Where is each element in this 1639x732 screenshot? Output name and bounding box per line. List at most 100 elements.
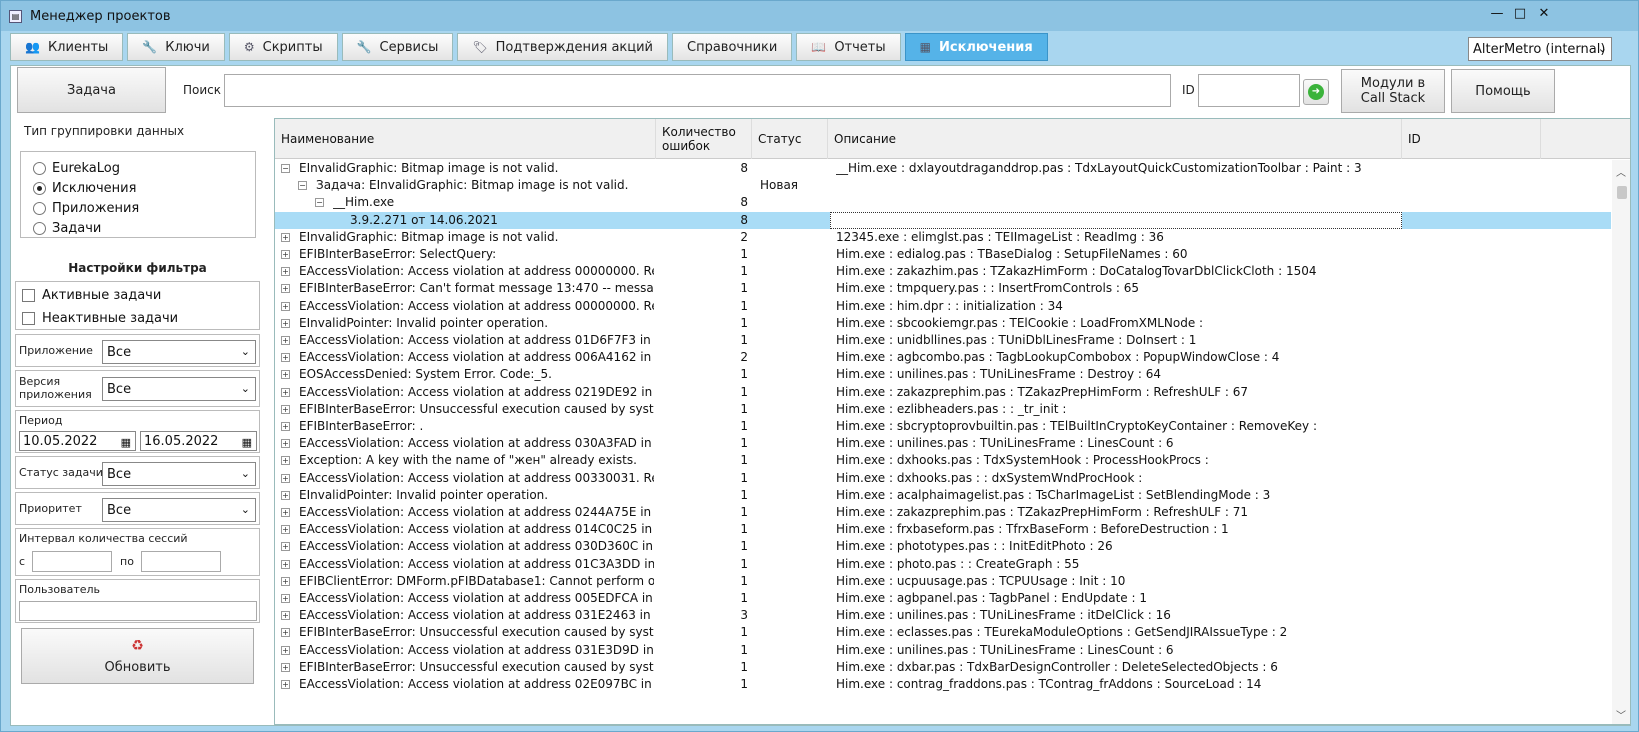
table-row[interactable]: + EAccessViolation: Access violation at a… [275,470,1611,487]
tab-0[interactable]: 👥 Клиенты [10,33,124,61]
expand-icon[interactable]: + [281,662,290,672]
table-row[interactable]: + EAccessViolation: Access violation at a… [275,538,1611,555]
priority-select[interactable]: Все ⌄ [102,498,256,522]
user-input[interactable] [19,601,257,621]
expand-icon[interactable]: + [281,680,290,689]
table-row[interactable]: + EFIBInterBaseError: Can't format messag… [275,280,1611,297]
expand-icon[interactable]: + [281,628,290,638]
date-to-input[interactable]: 16.05.2022 ▦ [140,431,257,451]
interval-from-input[interactable] [32,551,112,572]
table-row[interactable]: −__Him.exe 8 97 [275,194,1611,211]
table-row[interactable]: + EAccessViolation: Access violation at a… [275,556,1611,573]
table-row[interactable]: + EInvalidPointer: Invalid pointer operat… [275,487,1611,504]
version-select[interactable]: Все ⌄ [102,377,256,401]
tab-4[interactable]: 🏷 Подтверждения акций [457,33,669,61]
table-row[interactable]: + EFIBClientError: DMForm.pFIBDatabase1: … [275,573,1611,590]
column-header-status[interactable]: Статус [752,119,828,159]
server-select[interactable]: AlterMetro (internal) ⌄ [1468,37,1612,61]
expand-icon[interactable]: + [281,318,290,328]
collapse-icon[interactable]: − [281,164,290,173]
expand-icon[interactable]: + [281,645,290,655]
grouping-radio-1[interactable]: Исключения [33,181,136,196]
grouping-radio-0[interactable]: EurekaLog [33,161,120,176]
tab-2[interactable]: ⚙ Скрипты [228,33,338,61]
go-button[interactable]: ➜ [1303,79,1329,105]
expand-icon[interactable]: + [281,559,290,569]
table-row[interactable]: + EAccessViolation: Access violation at a… [275,263,1611,280]
inactive-tasks-checkbox[interactable]: Неактивные задачи [22,311,178,326]
grouping-radio-3[interactable]: Задачи [33,221,101,236]
expand-icon[interactable]: + [281,250,290,259]
table-row[interactable]: + EAccessViolation: Access violation at a… [275,590,1611,607]
expand-icon[interactable]: + [281,542,290,552]
interval-to-input[interactable] [141,551,221,572]
expand-icon[interactable]: + [281,267,290,277]
table-row[interactable]: + Exception: A key with the name of "жен"… [275,452,1611,469]
tab-3[interactable]: 🔧 Сервисы [341,33,454,61]
expand-icon[interactable]: + [281,439,290,449]
app-select[interactable]: Все ⌄ [102,340,256,364]
column-header-description[interactable]: Описание [828,119,1402,159]
expand-icon[interactable]: + [281,232,290,242]
search-input[interactable] [224,74,1171,107]
id-input[interactable] [1198,74,1300,107]
expand-icon[interactable]: + [281,473,290,483]
expand-icon[interactable]: + [281,336,290,345]
table-row[interactable]: + EFIBInterBaseError: Unsuccessful execut… [275,624,1611,641]
maximize-button[interactable]: □ [1509,4,1531,24]
collapse-icon[interactable]: − [298,181,307,191]
expand-icon[interactable]: + [281,508,290,517]
table-row[interactable]: + EAccessViolation: Access violation at a… [275,504,1611,521]
column-header-id[interactable]: ID [1402,119,1541,159]
table-row[interactable]: + EInvalidPointer: Invalid pointer operat… [275,315,1611,332]
expand-icon[interactable]: + [281,404,290,414]
table-row[interactable]: + EFIBInterBaseError: Unsuccessful execut… [275,659,1611,676]
table-row[interactable]: − Задача: EInvalidGraphic: Bitmap image i… [275,177,1611,194]
expand-icon[interactable]: + [281,525,290,535]
table-row[interactable]: + EFIBInterBaseError: . 1 Him.exe : sbcrypt… [275,418,1611,435]
expand-icon[interactable]: + [281,576,290,586]
expand-icon[interactable]: + [281,611,290,621]
table-row[interactable]: + EAccessViolation: Access violation at a… [275,521,1611,538]
close-button[interactable]: ✕ [1533,4,1555,24]
expand-icon[interactable]: + [281,353,290,363]
expand-icon[interactable]: + [281,422,290,431]
tab-7[interactable]: ▦ Исключения [904,33,1048,61]
calendar-icon[interactable]: ▦ [242,436,252,449]
table-row[interactable]: 3.9.2.271 от 14.06.2021 8 846 [275,211,1611,229]
expand-icon[interactable]: + [281,284,290,294]
expand-icon[interactable]: + [281,490,290,500]
table-row[interactable]: + EAccessViolation: Access violation at a… [275,642,1611,659]
grouping-radio-2[interactable]: Приложения [33,201,139,216]
task-button[interactable]: Задача [17,67,166,113]
tab-6[interactable]: 📖 Отчеты [796,33,901,61]
tab-5[interactable]: Справочники [672,33,793,61]
date-from-input[interactable]: 10.05.2022 ▦ [19,431,136,451]
table-row[interactable]: + EOSAccessDenied: System Error. Code:_5.… [275,366,1611,383]
scroll-up-icon[interactable]: ︿ [1616,164,1626,179]
title-bar[interactable]: ▤ Менеджер проектов — □ ✕ [1,1,1638,31]
collapse-icon[interactable]: − [315,198,324,208]
table-row[interactable]: − EInvalidGraphic: Bitmap image is not va… [275,160,1611,177]
scroll-down-icon[interactable]: ﹀ [1616,707,1626,722]
table-row[interactable]: + EAccessViolation: Access violation at a… [275,298,1611,315]
vertical-scrollbar[interactable]: ︿ ﹀ [1612,160,1630,724]
expand-icon[interactable]: + [281,456,290,466]
table-row[interactable]: + EAccessViolation: Access violation at a… [275,332,1611,349]
help-button[interactable]: Помощь [1451,69,1555,113]
tab-1[interactable]: 🔧 Ключи [127,33,225,61]
table-row[interactable]: + EFIBInterBaseError: SelectQuery: 1 Him.ex… [275,246,1611,263]
table-row[interactable]: + EAccessViolation: Access violation at a… [275,435,1611,452]
modules-call-stack-button[interactable]: Модули в Call Stack [1341,69,1445,113]
status-select[interactable]: Все ⌄ [102,462,256,486]
expand-icon[interactable]: + [281,594,290,603]
table-row[interactable]: + EAccessViolation: Access violation at a… [275,349,1611,366]
column-header-name[interactable]: Наименование [275,119,656,159]
active-tasks-checkbox[interactable]: Активные задачи [22,288,161,303]
table-row[interactable]: + EFIBInterBaseError: Unsuccessful execut… [275,401,1611,418]
column-header-count[interactable]: Количество ошибок [656,119,752,159]
expand-icon[interactable]: + [281,301,290,311]
calendar-icon[interactable]: ▦ [121,436,131,449]
table-row[interactable]: + EAccessViolation: Access violation at a… [275,676,1611,693]
expand-icon[interactable]: + [281,370,290,380]
